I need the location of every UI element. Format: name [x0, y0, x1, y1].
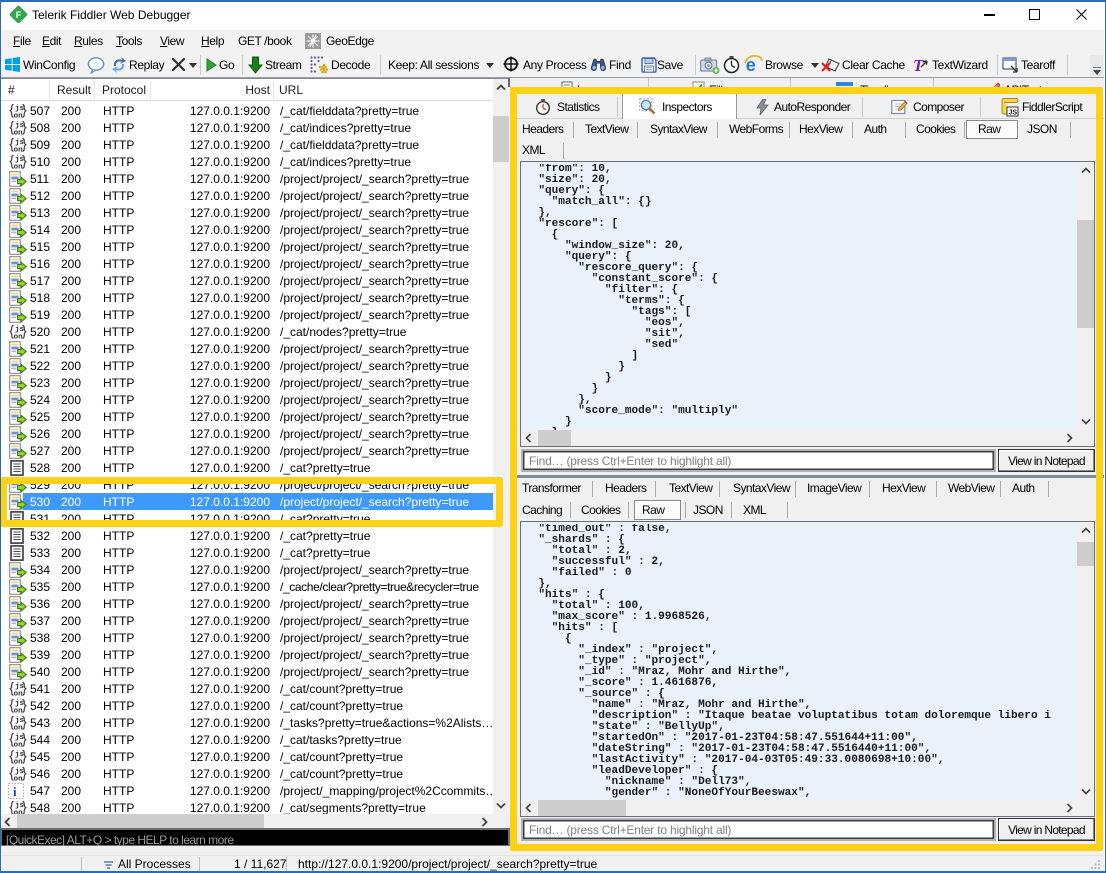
svg-text:on: on: [14, 708, 24, 715]
svg-text:on: on: [14, 759, 24, 766]
svg-text:on: on: [14, 113, 24, 120]
svg-text:F: F: [16, 10, 22, 20]
svg-text:on: on: [14, 334, 24, 341]
svg-text:on: on: [14, 130, 24, 137]
svg-text:on: on: [14, 164, 24, 171]
svg-text:on: on: [14, 776, 24, 783]
svg-text:on: on: [14, 147, 24, 154]
svg-text:on: on: [14, 742, 24, 749]
svg-text:on: on: [14, 725, 24, 732]
svg-text:on: on: [14, 691, 24, 698]
svg-text:i: i: [13, 784, 17, 799]
